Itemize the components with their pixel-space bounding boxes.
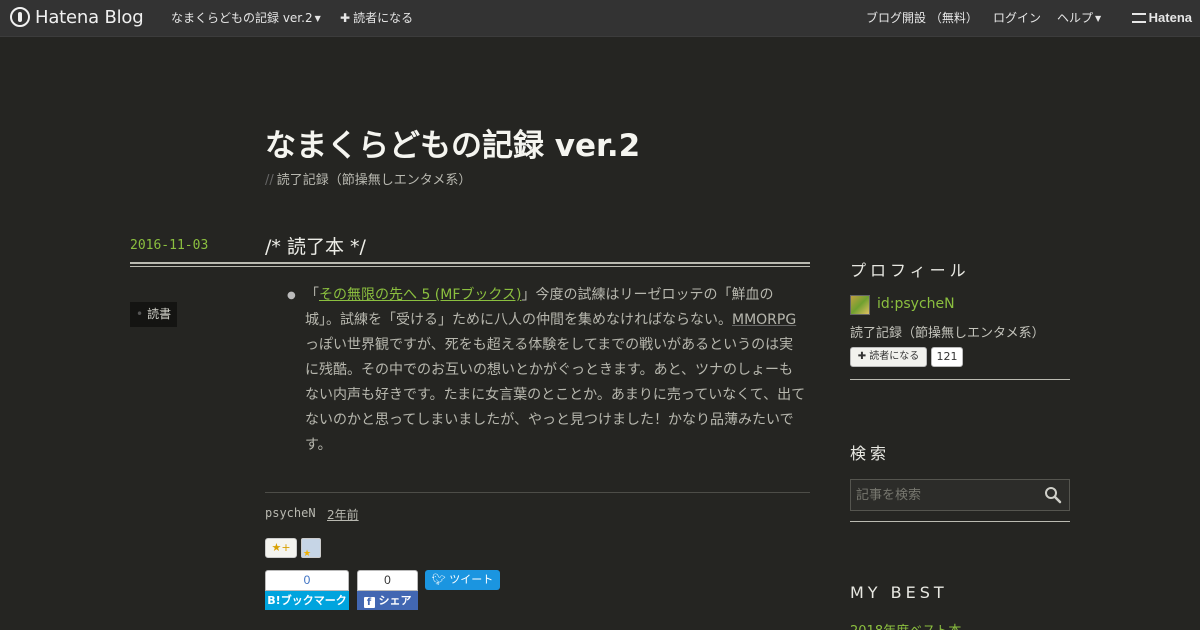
blog-description-text: 読了記録（節操無しエンタメ系） [276, 173, 472, 188]
entry-permalink-time[interactable]: 2年前 [327, 506, 359, 523]
keyword-link[interactable]: MMORPG [732, 312, 796, 328]
subscriber-count: 121 [931, 347, 963, 367]
hatena-bookmark-label: B!ブックマーク [265, 591, 349, 610]
facebook-share-count: 0 [357, 570, 418, 591]
category-label: 読書 [147, 307, 172, 321]
tweet-button[interactable]: 🐦︎ ツイート [425, 570, 500, 590]
facebook-share-label-wrap: f シェア [357, 591, 418, 610]
blog-menu-dropdown[interactable]: なまくらどもの記録 ver.2 ▼ [171, 0, 321, 37]
entry-text-2: っぽい世界観ですが、死をも超える体験をしてまでの戦いがあるというのは実に残酷。そ… [305, 337, 806, 453]
facebook-share-label: シェア [378, 594, 412, 607]
plus-icon: ✚ [340, 11, 351, 25]
entry-content: ● 「その無限の先へ 5 (MFブックス)」今度の試練はリーゼロッテの「鮮血の城… [287, 283, 807, 458]
star-user-avatar[interactable] [301, 538, 321, 559]
search-divider [850, 521, 1070, 522]
category-tag[interactable]: • 読書 [130, 302, 178, 327]
hatena-brand-label: Hatena [1148, 10, 1192, 25]
hatena-brand-link[interactable]: Hatena [1131, 0, 1192, 37]
logo-text: Hatena Blog [35, 7, 144, 28]
plus-icon: ✚ [857, 351, 870, 362]
global-header: Hatena Blog なまくらどもの記録 ver.2 ▼ ✚ 読者になる ブログ開… [0, 0, 1200, 37]
add-star-button[interactable]: ★+ [265, 538, 297, 558]
mybest-heading: MY BEST [850, 583, 948, 602]
entry-title-divider [130, 262, 810, 267]
chevron-down-icon: ▼ [314, 14, 321, 23]
entry-date[interactable]: 2016-11-03 [130, 238, 208, 253]
hatena-bookmark-count: 0 [265, 570, 349, 591]
search-icon[interactable] [1044, 486, 1062, 504]
blog-description: //読了記録（節操無しエンタメ系） [265, 169, 471, 188]
help-dropdown[interactable]: ヘルプ ▼ [1057, 0, 1101, 37]
hatena-wave-icon [1131, 13, 1146, 23]
subscribe-sidebar-label: 読者になる [869, 351, 920, 362]
subscribe-sidebar-button[interactable]: ✚ 読者になる [850, 347, 927, 367]
facebook-share-button[interactable]: 0 f シェア [357, 570, 418, 610]
help-label: ヘルプ [1057, 11, 1094, 25]
entry-title[interactable]: /* 読了本 */ [265, 232, 366, 259]
chevron-down-icon: ▼ [1095, 14, 1102, 23]
subscribe-header-button[interactable]: ✚ 読者になる [340, 0, 413, 37]
hatena-bookmark-button[interactable]: 0 B!ブックマーク [265, 570, 349, 610]
mybest-link[interactable]: 2018年度ベスト本 [850, 620, 961, 630]
profile-description: 読了記録（節操無しエンタメ系） [850, 326, 1045, 341]
start-blog-link[interactable]: ブログ開設 （無料） [866, 0, 978, 37]
facebook-icon: f [363, 597, 375, 608]
open-bracket: 「 [305, 287, 319, 303]
blog-menu-label: なまくらどもの記録 ver.2 [171, 11, 313, 25]
profile-avatar[interactable] [850, 295, 870, 315]
profile-divider [850, 379, 1070, 380]
list-bullet-icon: ● [287, 290, 296, 301]
entry-footer-divider [265, 492, 810, 493]
login-link[interactable]: ログイン [993, 0, 1041, 37]
blog-title[interactable]: なまくらどもの記録 ver.2 [265, 120, 640, 165]
category-bullet-icon: • [136, 307, 144, 321]
profile-id-link[interactable]: id:psycheN [877, 296, 955, 312]
book-link[interactable]: その無限の先へ 5 (MFブックス) [319, 287, 521, 303]
search-input[interactable] [850, 479, 1070, 511]
profile-heading: プロフィール [850, 261, 970, 280]
slash-decoration: // [265, 173, 274, 188]
hatena-blog-logo-icon [10, 7, 30, 27]
entry-paragraph: 「その無限の先へ 5 (MFブックス)」今度の試練はリーゼロッテの「鮮血の城」。… [305, 283, 807, 458]
entry-author[interactable]: psycheN [265, 506, 316, 520]
subscribe-header-label: 読者になる [353, 11, 414, 25]
twitter-bird-icon: 🐦︎ [431, 573, 446, 586]
tweet-label: ツイート [449, 573, 494, 586]
hatena-blog-logo[interactable]: Hatena Blog [10, 0, 144, 37]
search-heading: 検索 [850, 444, 891, 463]
